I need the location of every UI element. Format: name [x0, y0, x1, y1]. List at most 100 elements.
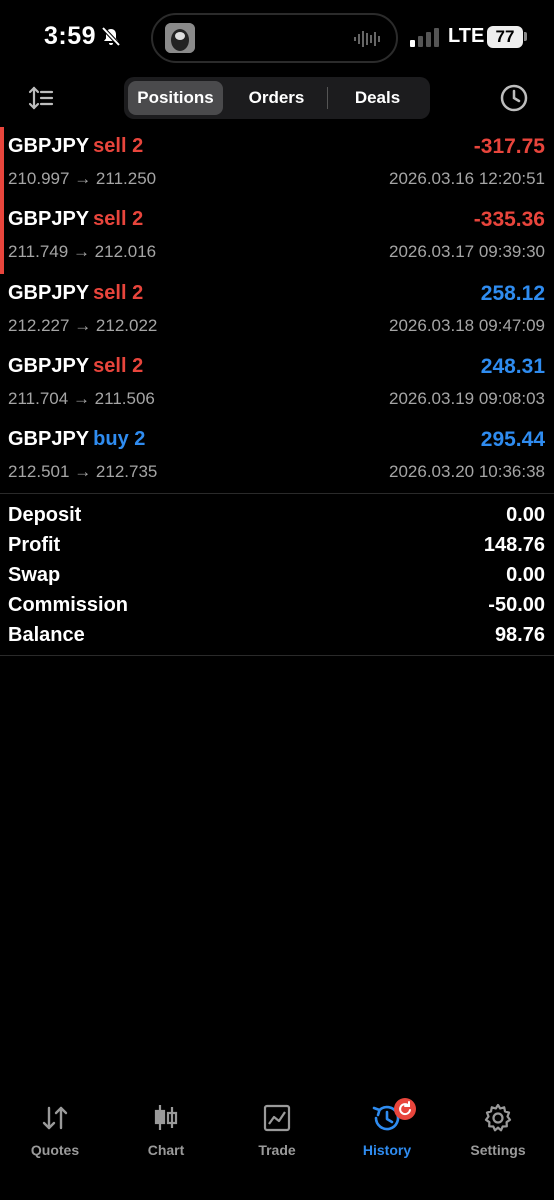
summary-label: Commission [8, 594, 129, 616]
trade-profit: 295.44 [480, 428, 545, 452]
close-price: 212.735 [95, 462, 158, 482]
trade-title: GBPJPY buy 2 [8, 428, 145, 451]
trade-time: 2026.03.18 09:47:09 [389, 315, 545, 335]
trade-prices: 210.997 → 211.250 [8, 169, 156, 189]
summary-profit: Profit 148.76 [0, 532, 554, 562]
clock-icon[interactable] [498, 82, 530, 114]
summary-balance: Balance 98.76 [0, 622, 554, 652]
now-playing-artwork [165, 23, 195, 53]
refresh-badge-icon [394, 1098, 416, 1120]
trade-chart-icon [263, 1104, 291, 1132]
trade-prices: 211.749 → 212.016 [8, 242, 156, 262]
trade-title: GBPJPY sell 2 [8, 355, 143, 378]
gear-icon [484, 1103, 512, 1132]
candlestick-chart-icon [154, 1105, 178, 1130]
arrow-icon: → [72, 388, 90, 408]
open-price: 212.227 [8, 315, 70, 335]
close-price: 212.016 [94, 242, 157, 262]
nav-label: Chart [147, 1142, 185, 1158]
list-item[interactable]: GBPJPY sell 2 211.749 → 212.016 -335.36 2… [0, 200, 554, 274]
trade-symbol: GBPJPY [8, 135, 90, 157]
trade-prices: 212.227 → 212.022 [8, 316, 157, 336]
trade-title: GBPJPY sell 2 [8, 135, 143, 158]
arrow-icon: → [74, 462, 92, 482]
arrow-icon: → [74, 169, 92, 188]
trade-symbol: GBPJPY [8, 281, 90, 304]
summary-value: 98.76 [494, 624, 545, 646]
trade-profit: 258.12 [480, 281, 545, 305]
trade-side: buy 2 [93, 428, 146, 451]
trade-prices: 211.704 → 211.506 [8, 389, 155, 409]
open-price: 211.704 [8, 388, 69, 408]
sort-icon[interactable] [27, 84, 55, 112]
summary-label: Deposit [8, 504, 82, 526]
nav-chart[interactable]: Chart [111, 1102, 221, 1158]
trade-time: 2026.03.17 09:39:30 [389, 242, 545, 262]
tab-deals[interactable]: Deals [329, 81, 426, 115]
history-segmented-control: Positions Orders Deals [124, 77, 430, 119]
summary-value: 0.00 [506, 504, 545, 526]
positions-list: GBPJPY sell 2 210.997 → 211.250 -317.75 2… [0, 127, 554, 493]
arrow-icon: → [72, 242, 90, 262]
trade-time: 2026.03.20 10:36:38 [389, 462, 545, 482]
list-item[interactable]: GBPJPY sell 2 210.997 → 211.250 -317.75 2… [0, 127, 554, 201]
summary-label: Balance [8, 624, 85, 646]
trade-profit: -317.75 [473, 135, 545, 158]
quotes-icon [42, 1106, 68, 1130]
audio-waveform-icon [354, 31, 380, 47]
trade-side: sell 2 [93, 354, 144, 377]
trade-side: sell 2 [93, 135, 144, 157]
trade-title: GBPJPY sell 2 [8, 208, 143, 231]
nav-quotes[interactable]: Quotes [0, 1102, 110, 1158]
open-price: 212.501 [8, 462, 70, 482]
close-price: 211.250 [95, 169, 157, 188]
loss-indicator [0, 200, 4, 274]
segment-divider [327, 87, 328, 109]
open-price: 211.749 [8, 242, 69, 262]
network-type: LTE [448, 25, 485, 47]
battery-tip [524, 32, 527, 41]
dynamic-island[interactable] [151, 13, 398, 63]
summary-swap: Swap 0.00 [0, 562, 554, 592]
list-item[interactable]: GBPJPY sell 2 211.704 → 211.506 248.31 20… [0, 347, 554, 420]
bell-slash-icon [101, 26, 121, 47]
trade-time: 2026.03.19 09:08:03 [389, 388, 545, 408]
list-item[interactable]: GBPJPY buy 2 212.501 → 212.735 295.44 202… [0, 420, 554, 493]
trade-profit: -335.36 [473, 208, 545, 232]
bottom-tab-bar: Quotes Chart Trade History Settings [0, 1090, 554, 1200]
close-price: 212.022 [95, 315, 158, 335]
status-bar: 3:59 LTE 77 [0, 0, 554, 76]
nav-history[interactable]: History [332, 1098, 442, 1158]
loss-indicator [0, 127, 4, 201]
nav-label: Trade [258, 1142, 296, 1158]
tab-positions[interactable]: Positions [128, 81, 223, 115]
summary-label: Swap [8, 564, 61, 586]
nav-settings[interactable]: Settings [443, 1102, 553, 1158]
trade-symbol: GBPJPY [8, 208, 90, 231]
list-item[interactable]: GBPJPY sell 2 212.227 → 212.022 258.12 20… [0, 274, 554, 347]
cellular-signal-icon [410, 28, 439, 47]
tab-orders[interactable]: Orders [228, 81, 325, 115]
nav-label: History [362, 1142, 412, 1158]
trade-title: GBPJPY sell 2 [8, 282, 143, 305]
trade-profit: 248.31 [480, 354, 545, 378]
summary-value: -50.00 [488, 594, 545, 616]
summary-value: 0.00 [506, 564, 545, 586]
close-price: 211.506 [94, 388, 155, 408]
arrow-icon: → [74, 315, 92, 335]
trade-prices: 212.501 → 212.735 [8, 462, 157, 482]
open-price: 210.997 [8, 169, 70, 188]
account-summary: Deposit 0.00 Profit 148.76 Swap 0.00 Com… [0, 493, 554, 656]
battery-level: 77 [495, 27, 515, 46]
battery-icon: 77 [487, 26, 523, 48]
summary-label: Profit [8, 534, 61, 556]
trade-symbol: GBPJPY [8, 428, 90, 451]
summary-value: 148.76 [483, 534, 545, 556]
summary-commission: Commission -50.00 [0, 592, 554, 622]
nav-label: Quotes [30, 1142, 80, 1158]
nav-trade[interactable]: Trade [222, 1102, 332, 1158]
trade-symbol: GBPJPY [8, 354, 90, 377]
trade-side: sell 2 [93, 281, 144, 304]
clock-time: 3:59 [44, 22, 97, 50]
summary-deposit: Deposit 0.00 [0, 502, 554, 532]
